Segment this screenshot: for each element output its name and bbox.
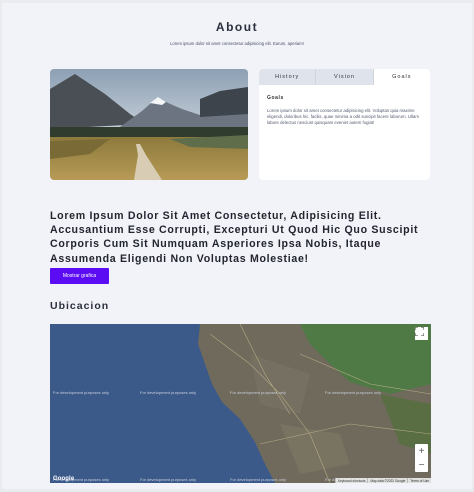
dev-notice: For development purposes only bbox=[230, 477, 287, 482]
tab-panel-heading: Goals bbox=[267, 95, 284, 101]
about-title: About bbox=[215, 20, 259, 34]
dev-notice: For development purposes only bbox=[230, 390, 287, 395]
terms-link[interactable]: Terms of Use bbox=[407, 478, 431, 483]
fullscreen-button[interactable] bbox=[415, 327, 428, 340]
dev-notice: For development purposes only bbox=[53, 390, 110, 395]
google-logo: Google bbox=[53, 476, 75, 482]
zoom-out-button[interactable]: − bbox=[415, 458, 428, 472]
tab-panel-text: Lorem ipsum dolor sit amet consectetur a… bbox=[267, 108, 419, 125]
headline: Lorem Ipsum Dolor Sit Amet Consectetur, … bbox=[50, 210, 419, 265]
tab-goals[interactable]: Goals bbox=[373, 69, 430, 85]
tab-panel: Goals Lorem ipsum dolor sit amet consect… bbox=[259, 85, 430, 126]
about-subtitle: Lorem ipsum dolor sit amet consectetur a… bbox=[170, 41, 304, 46]
landscape-image bbox=[50, 69, 248, 180]
zoom-in-button[interactable]: + bbox=[415, 444, 428, 458]
dev-notice: For development purposes only bbox=[325, 390, 382, 395]
page: About Lorem ipsum dolor sit amet consect… bbox=[2, 3, 472, 489]
zoom-controls: + − bbox=[415, 444, 428, 472]
tabs-card: History Vision Goals Goals Lorem ipsum d… bbox=[259, 69, 430, 180]
tab-history[interactable]: History bbox=[259, 69, 317, 85]
tab-bar: History Vision Goals bbox=[259, 69, 430, 85]
map-data-text: Map data ©2022 Google bbox=[367, 478, 407, 483]
map-terrain bbox=[50, 324, 431, 483]
dev-notice: For development purposes only bbox=[140, 390, 197, 395]
tab-vision[interactable]: Vision bbox=[316, 69, 374, 85]
fullscreen-icon bbox=[415, 327, 424, 336]
map-footer: Keyboard shortcuts Map data ©2022 Google… bbox=[334, 478, 431, 483]
dev-notice: For development purposes only bbox=[140, 477, 197, 482]
map[interactable]: For development purposes only For develo… bbox=[50, 324, 431, 483]
keyboard-shortcuts-link[interactable]: Keyboard shortcuts bbox=[334, 478, 367, 483]
location-title: Ubicacion bbox=[50, 300, 110, 312]
show-chart-button[interactable]: Mostrar grafica bbox=[50, 268, 109, 284]
